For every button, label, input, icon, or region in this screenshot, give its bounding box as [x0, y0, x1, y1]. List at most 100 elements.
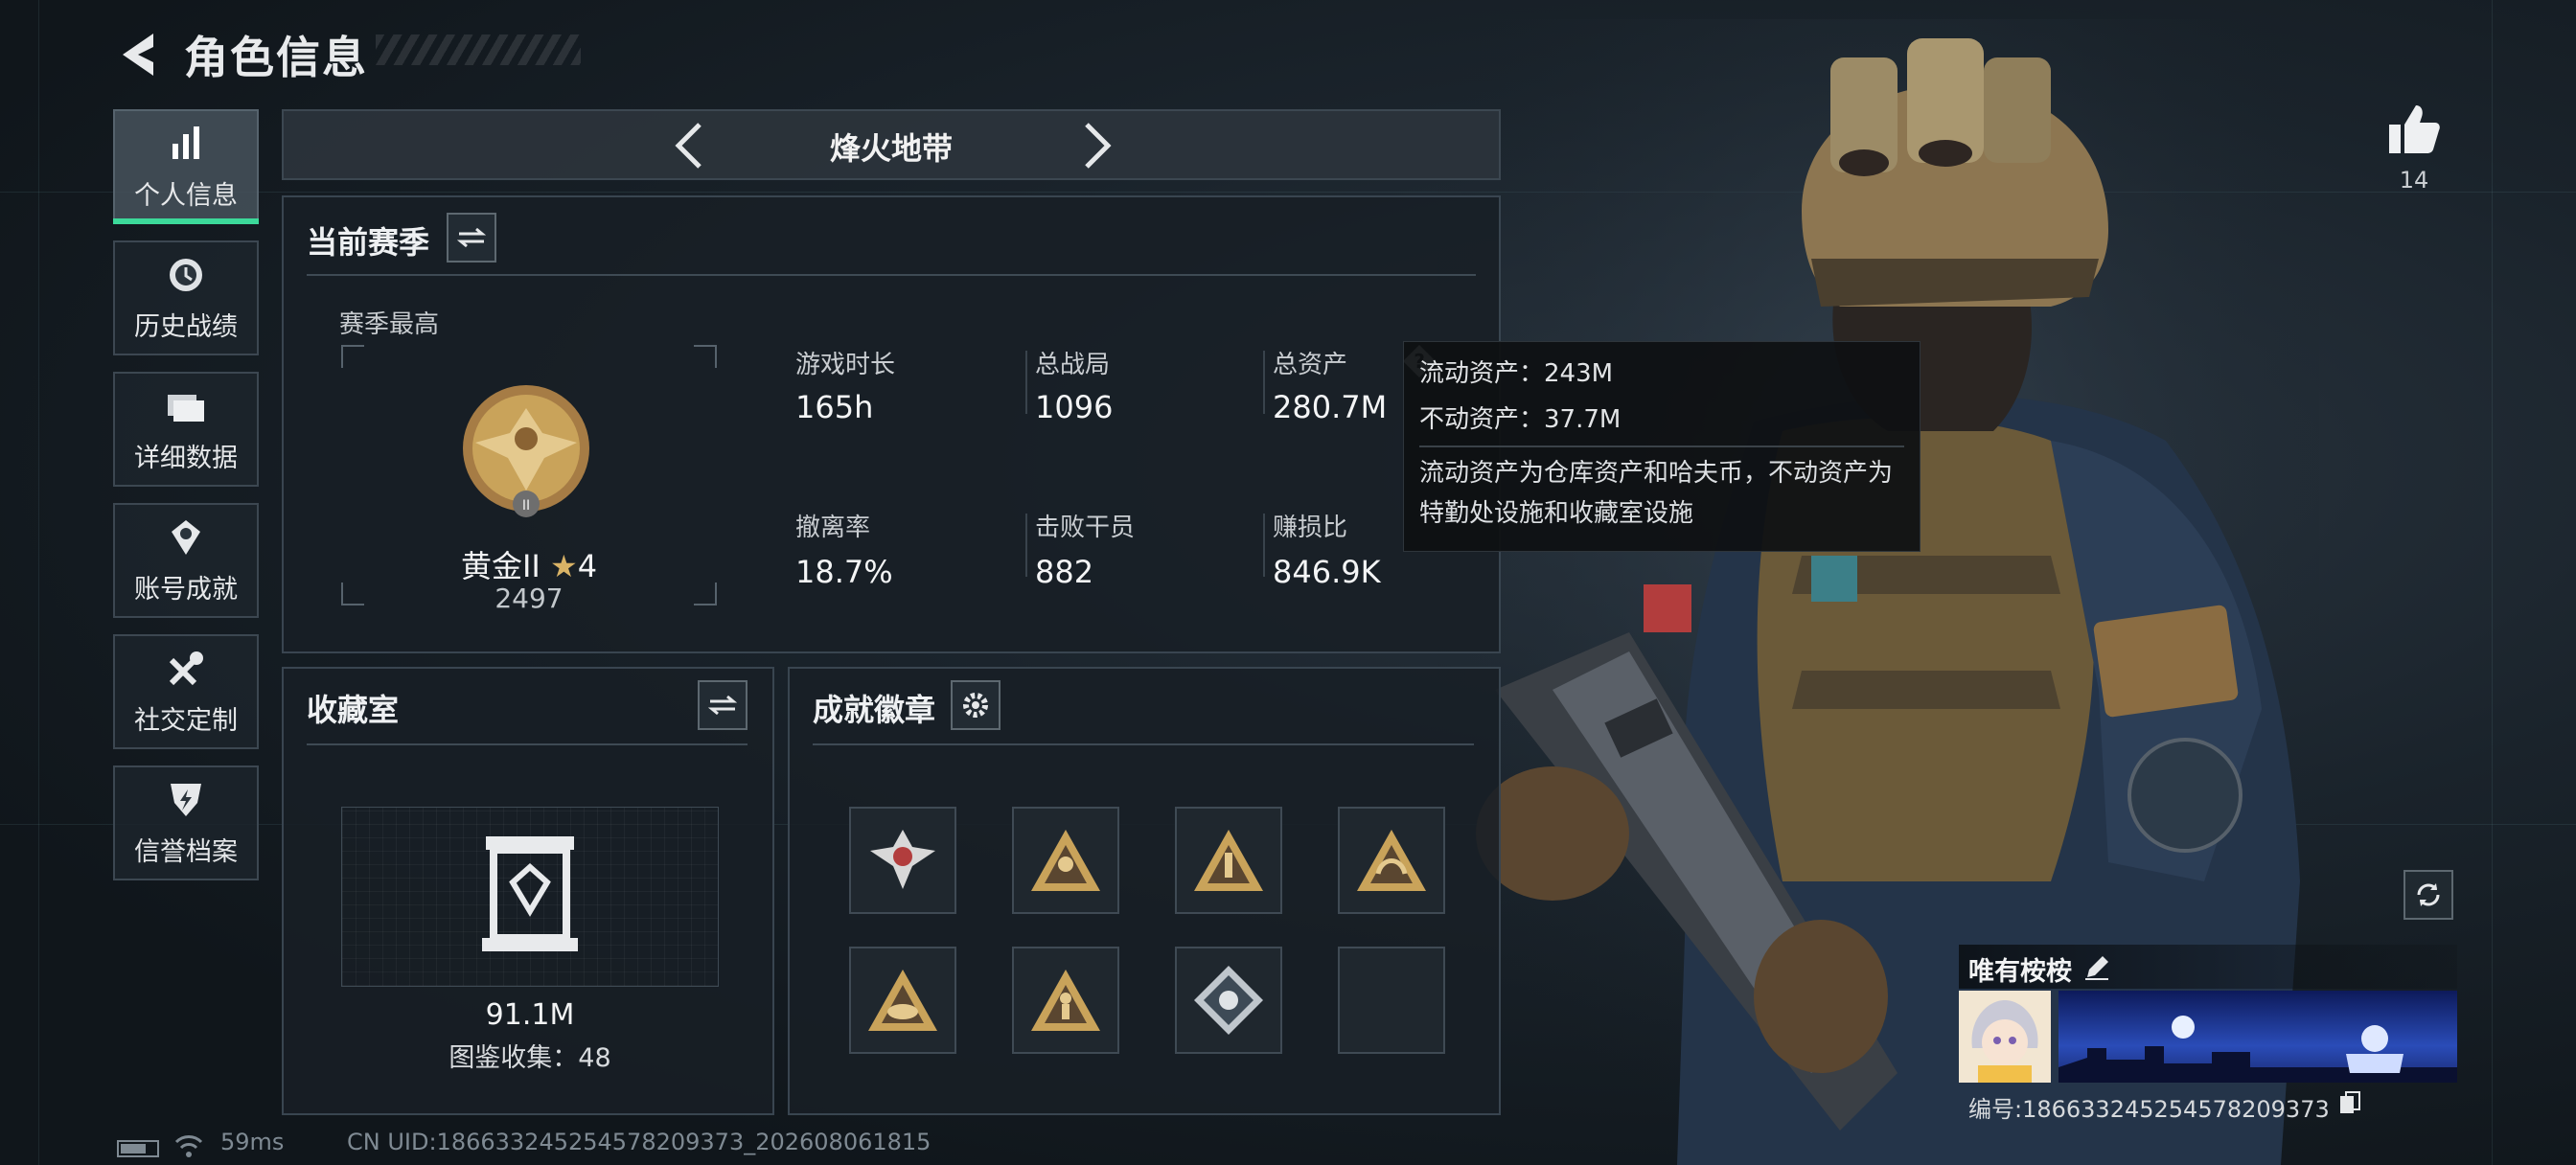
stat-label: 撤离率: [795, 514, 871, 542]
swap-icon: [457, 227, 486, 248]
frame-corner: [694, 345, 717, 368]
ping-value: 59ms: [220, 1129, 285, 1155]
collection-title: 收藏室: [307, 692, 400, 728]
stat-value: 280.7M: [1273, 389, 1388, 425]
swap-collection-button[interactable]: [698, 680, 748, 730]
divider: [1263, 351, 1265, 414]
swap-season-button[interactable]: [447, 213, 496, 263]
sidebar-item-label: 社交定制: [134, 705, 238, 736]
battery-level: [121, 1144, 146, 1154]
sidebar-item-social[interactable]: 社交定制: [113, 634, 259, 749]
achievements-panel: 成就徽章: [788, 667, 1501, 1115]
battery-icon: [117, 1140, 159, 1157]
player-card[interactable]: 唯有桉桉 编号:186633245254578209373: [1959, 945, 2457, 1123]
profile-banner[interactable]: [2058, 991, 2457, 1083]
rank-name-row: 黄金II ★4: [341, 542, 717, 586]
mode-selector: 烽火地带: [282, 109, 1501, 180]
eagle-badge[interactable]: [849, 807, 956, 914]
hat-triangle-badge[interactable]: [849, 947, 956, 1054]
next-mode-arrow-icon[interactable]: [1077, 121, 1116, 171]
current-season-panel: 当前赛季 赛季最高 II 黄金II ★4 2497 游戏时长 165h 总战局 …: [282, 195, 1501, 653]
sidebar-item-label: 账号成就: [134, 574, 238, 605]
achievements-title: 成就徽章: [813, 692, 936, 728]
divider: [1025, 514, 1027, 577]
page-title: 角色信息: [184, 32, 368, 83]
refresh-icon: [2417, 883, 2440, 906]
collection-display[interactable]: [341, 807, 719, 987]
player-id: 编号:186633245254578209373: [1968, 1096, 2330, 1123]
display-case-icon: [482, 836, 578, 951]
rank-name: 黄金II: [460, 548, 540, 584]
divider: [813, 743, 1474, 745]
empty-badge-slot[interactable]: [1338, 947, 1445, 1054]
assets-tooltip: 流动资产：243M 不动资产：37.7M 流动资产为仓库资产和哈夫币，不动资产为…: [1403, 341, 1920, 552]
uid-text: CN UID:186633245254578209373_20260806181…: [347, 1129, 932, 1155]
bg-grid-line: [2492, 0, 2493, 1165]
divider: [1263, 514, 1265, 577]
copy-icon[interactable]: [2338, 1090, 2361, 1115]
season-title: 当前赛季: [307, 224, 430, 261]
mode-title: 烽火地带: [829, 130, 953, 167]
collection-panel: 收藏室 91.1M 图鉴收集：48: [282, 667, 774, 1115]
divider: [307, 743, 748, 745]
figure-triangle-badge[interactable]: [1012, 947, 1119, 1054]
sidebar-nav: 个人信息 历史战绩 详细数据 账号成就 社交定制 信誉档案: [113, 109, 263, 897]
sidebar-item-label: 历史战绩: [134, 311, 238, 342]
sidebar-item-label: 信誉档案: [134, 836, 238, 867]
bg-grid-line: [38, 0, 39, 1165]
sidebar-item-label: 详细数据: [134, 443, 238, 473]
stat-label: 游戏时长: [795, 351, 896, 379]
title-decoration: [376, 34, 581, 65]
thumbs-up-icon: [2389, 105, 2440, 153]
folder-icon: [165, 385, 207, 427]
stat-label: 赚损比: [1273, 514, 1348, 542]
stat-value: 846.9K: [1273, 554, 1381, 590]
sidebar-item-details[interactable]: 详细数据: [113, 372, 259, 487]
sidebar-item-achievements[interactable]: 账号成就: [113, 503, 259, 618]
catalog-count: 图鉴收集：48: [448, 1043, 611, 1073]
history-icon: [165, 254, 207, 296]
achievement-settings-button[interactable]: [951, 680, 1000, 730]
shield-icon: [165, 779, 207, 821]
divider: [1025, 351, 1027, 414]
stat-value: 165h: [795, 389, 874, 425]
avatar[interactable]: [1959, 991, 2051, 1083]
rank-numeral: II: [522, 498, 530, 514]
divider: [307, 274, 1476, 276]
edit-pencil-icon[interactable]: [2083, 952, 2112, 981]
sidebar-item-history[interactable]: 历史战绩: [113, 240, 259, 355]
rank-medal-icon: II: [456, 376, 596, 521]
wifi-icon: [174, 1134, 203, 1159]
dragon-triangle-badge[interactable]: [1338, 807, 1445, 914]
likes-widget[interactable]: 14: [2386, 103, 2442, 194]
achievement-icon: [165, 516, 207, 559]
stat-value: 18.7%: [795, 554, 893, 590]
fixed-assets: 不动资产：37.7M: [1419, 405, 1622, 434]
frame-corner: [341, 345, 364, 368]
diamond-badge[interactable]: [1175, 947, 1282, 1054]
refresh-button[interactable]: [2404, 870, 2453, 920]
rank-stars: 4: [577, 548, 598, 584]
stat-value: 1096: [1035, 389, 1114, 425]
swap-icon: [708, 695, 737, 716]
collection-value: 91.1M: [485, 998, 575, 1032]
sidebar-item-profile[interactable]: 个人信息: [113, 109, 259, 224]
soldier-triangle-badge[interactable]: [1012, 807, 1119, 914]
stat-label: 击败干员: [1035, 514, 1136, 542]
sidebar-item-reputation[interactable]: 信誉档案: [113, 765, 259, 880]
bar-chart-icon: [165, 123, 207, 165]
page-header: 角色信息: [115, 21, 368, 88]
player-name: 唯有桉桉: [1968, 957, 2072, 987]
assets-description: 流动资产为仓库资产和哈夫币，不动资产为特勤处设施和收藏室设施: [1419, 459, 1894, 528]
tools-icon: [165, 648, 207, 690]
season-best-label: 赛季最高: [339, 310, 440, 339]
back-arrow-icon[interactable]: [115, 28, 163, 81]
likes-count: 14: [2399, 167, 2429, 194]
rank-score: 2497: [494, 582, 564, 614]
gear-icon: [963, 693, 988, 718]
sidebar-item-label: 个人信息: [134, 180, 238, 211]
stat-label: 总资产: [1273, 351, 1348, 379]
rocket-triangle-badge[interactable]: [1175, 807, 1282, 914]
divider: [1419, 445, 1904, 447]
stat-value: 882: [1035, 554, 1094, 590]
